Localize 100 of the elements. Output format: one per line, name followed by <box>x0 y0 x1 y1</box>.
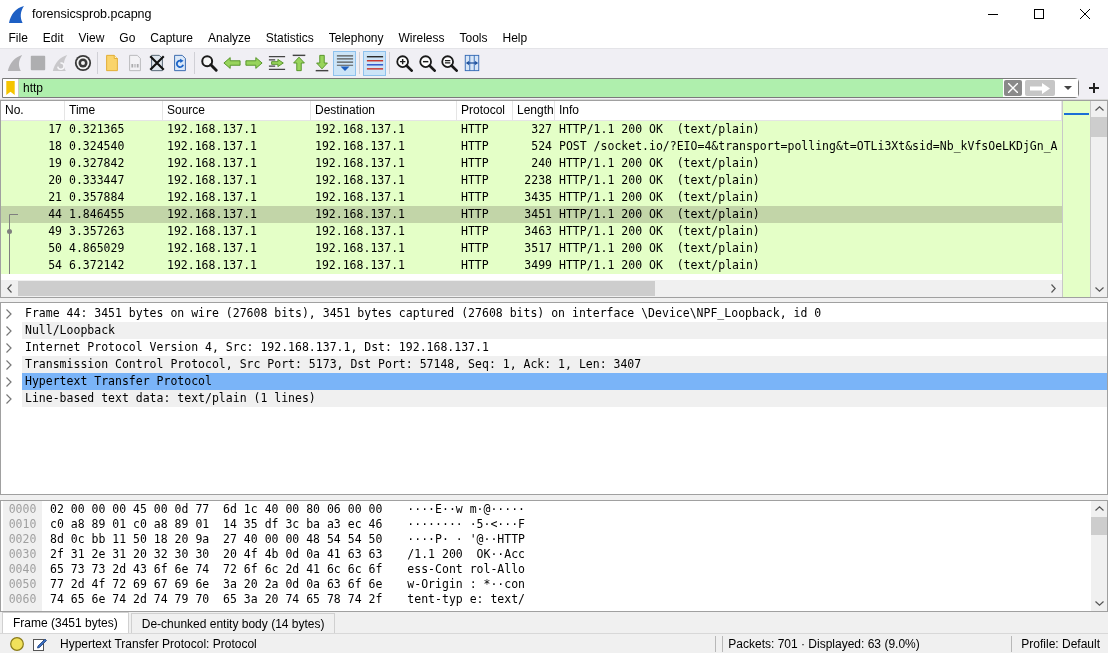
menu-item[interactable]: Analyze <box>200 29 259 47</box>
packet-row[interactable]: 49 3.357263 192.168.137.1 192.168.137.1 HTTP 3463 HTTP/1.1 200 OK (text/plain) <box>1 223 1062 240</box>
tree-item[interactable]: Line-based text data: text/plain (1 lines) <box>22 390 1107 407</box>
table-cell-text: HTTP <box>460 172 490 189</box>
packet-row[interactable]: 21 0.357884 192.168.137.1 192.168.137.1 HTTP 3435 HTTP/1.1 200 OK (text/plain) <box>1 189 1062 206</box>
chevron-right-icon[interactable] <box>6 376 12 387</box>
zoom-in-icon <box>395 54 414 72</box>
table-cell-text: 6.372142 <box>68 257 126 274</box>
table-cell-text: 0.321365 <box>68 121 126 138</box>
tree-item[interactable]: Frame 44: 3451 bytes on wire (27608 bits), 3451 bytes captured (27608 bits) on interface \Device\NPF_Loopback, id 0 <box>22 305 1107 322</box>
tab[interactable]: Frame (3451 bytes) <box>2 612 129 633</box>
chevron-right-icon[interactable] <box>6 308 12 319</box>
packet-row[interactable]: 17 0.321365 192.168.137.1 192.168.137.1 HTTP 327 HTTP/1.1 200 OK (text/plain) <box>1 121 1062 138</box>
tab[interactable]: De-chunked entity body (14 bytes) <box>130 613 336 633</box>
horizontal-scrollbar[interactable] <box>1 280 1062 297</box>
table-cell-text: 3517 <box>523 240 553 257</box>
plus-icon <box>1088 83 1099 93</box>
table-cell-text: HTTP <box>460 257 490 274</box>
packet-count: Packets: 701 · Displayed: 63 (9.0%) <box>728 636 921 651</box>
hex-bytes: 02 00 00 00 45 00 0d 77 6d 1c 40 00 80 06 00 00 <box>50 502 383 517</box>
tree-item[interactable]: Hypertext Transfer Protocol <box>22 373 1107 390</box>
menu-item[interactable]: Edit <box>35 29 72 47</box>
menu-item[interactable]: Wireless <box>391 29 452 47</box>
table-cell-text: 0.333447 <box>68 172 126 189</box>
table-cell-text: 54 <box>48 257 63 274</box>
column-header[interactable]: Length <box>513 101 555 120</box>
table-cell-text: 21 <box>48 189 63 206</box>
menu-item[interactable]: Go <box>111 29 143 47</box>
scrollbar-thumb[interactable] <box>1091 117 1107 137</box>
menu-item[interactable]: Statistics <box>258 29 322 47</box>
table-cell-text: HTTP <box>460 155 490 172</box>
chevron-right-icon[interactable] <box>6 342 12 353</box>
chevron-right-icon <box>1051 284 1056 293</box>
menu-item[interactable]: View <box>71 29 112 47</box>
table-cell-text: HTTP <box>460 206 490 223</box>
ascii-text: tent-typ e: text/ <box>407 592 526 607</box>
vertical-scrollbar[interactable] <box>1091 501 1107 611</box>
column-header[interactable]: No. <box>1 101 65 120</box>
packet-row[interactable]: 44 1.846455 192.168.137.1 192.168.137.1 HTTP 3451 HTTP/1.1 200 OK (text/plain) <box>1 206 1062 223</box>
table-cell-text: 0.327842 <box>68 155 126 172</box>
tree-item[interactable]: Transmission Control Protocol, Src Port: 5173, Dst Port: 57148, Seq: 1, Ack: 1, Len: 3407 <box>22 356 1107 373</box>
chevron-right-icon[interactable] <box>6 393 12 404</box>
table-cell-text: POST /socket.io/?EIO=4&transport=polling&t=OTLi3Xt&sid=Nb_kVfsOeLKDjGn_A <box>558 138 1059 155</box>
table-cell-text: 192.168.137.1 <box>166 138 258 155</box>
menu-item[interactable]: Tools <box>452 29 495 47</box>
packet-row[interactable]: 54 6.372142 192.168.137.1 192.168.137.1 HTTP 3499 HTTP/1.1 200 OK (text/plain) <box>1 257 1062 274</box>
note-pencil-icon[interactable] <box>33 636 47 651</box>
menu-item[interactable]: Telephony <box>321 29 391 47</box>
table-cell-text: 192.168.137.1 <box>166 223 258 240</box>
close-icon <box>1080 9 1090 19</box>
chevron-up-icon <box>1094 106 1104 111</box>
arrow-left-icon <box>222 54 241 72</box>
list-down-icon <box>335 54 354 72</box>
tree-item[interactable]: Internet Protocol Version 4, Src: 192.168.137.1, Dst: 192.168.137.1 <box>22 339 1107 356</box>
caret-down-icon <box>1064 86 1072 90</box>
auto-scroll-button[interactable] <box>333 50 356 76</box>
ascii-text: ····P· · '@··HTTP <box>407 532 526 547</box>
menu-item[interactable]: File <box>1 29 36 47</box>
table-cell-text: HTTP/1.1 200 OK (text/plain) <box>558 257 761 274</box>
menu-item[interactable]: Help <box>495 29 535 47</box>
shark-fin-icon <box>6 54 25 72</box>
chevron-right-icon[interactable] <box>6 325 12 336</box>
ascii-text: ess-Cont rol-Allo <box>407 562 526 577</box>
packet-row[interactable]: 50 4.865029 192.168.137.1 192.168.137.1 HTTP 3517 HTTP/1.1 200 OK (text/plain) <box>1 240 1062 257</box>
zoom-reset-icon <box>440 54 459 72</box>
table-cell-text: HTTP/1.1 200 OK (text/plain) <box>558 206 761 223</box>
table-cell-text: 0.357884 <box>68 189 126 206</box>
table-cell-text: 3451 <box>523 206 553 223</box>
vertical-scrollbar[interactable] <box>1091 101 1107 297</box>
packet-row[interactable]: 19 0.327842 192.168.137.1 192.168.137.1 HTTP 240 HTTP/1.1 200 OK (text/plain) <box>1 155 1062 172</box>
scrollbar-thumb[interactable] <box>1091 517 1107 535</box>
hex-bytes: 2f 31 2e 31 20 32 30 30 20 4f 4b 0d 0a 41 63 63 <box>50 547 383 562</box>
profile-label[interactable]: Profile: Default <box>1015 636 1108 651</box>
status-dot-icon[interactable] <box>10 636 24 651</box>
packet-row[interactable]: 18 0.324540 192.168.137.1 192.168.137.1 HTTP 524 POST /socket.io/?EIO=4&transport=polling&t=OTLi3Xt&sid=Nb_kVfsOeLKDjGn_A <box>1 138 1062 155</box>
column-header[interactable]: Protocol <box>457 101 513 120</box>
packet-row[interactable]: 20 0.333447 192.168.137.1 192.168.137.1 HTTP 2238 HTTP/1.1 200 OK (text/plain) <box>1 172 1062 189</box>
table-cell-text: 192.168.137.1 <box>314 189 406 206</box>
stop-icon <box>28 54 47 72</box>
shark-fin-icon <box>9 5 24 23</box>
byte-offset: 0060 <box>8 592 37 607</box>
table-cell-text: 327 <box>530 121 553 138</box>
filter-input[interactable]: http <box>19 79 1003 97</box>
scrollbar-thumb[interactable] <box>18 281 655 296</box>
column-header[interactable]: Destination <box>311 101 457 120</box>
menu-item[interactable]: Capture <box>142 29 201 47</box>
position-marker-icon <box>1064 113 1089 115</box>
table-cell-text: 17 <box>48 121 63 138</box>
column-header[interactable]: Time <box>65 101 163 120</box>
table-cell-text: 192.168.137.1 <box>314 121 406 138</box>
column-header[interactable]: Source <box>163 101 311 120</box>
table-cell-text: HTTP/1.1 200 OK (text/plain) <box>558 240 761 257</box>
table-cell-text: 3.357263 <box>68 223 126 240</box>
chevron-right-icon[interactable] <box>6 359 12 370</box>
clear-button[interactable] <box>1004 80 1022 96</box>
byte-offset: 0020 <box>8 532 37 547</box>
table-cell-text: HTTP <box>460 121 490 138</box>
tree-item[interactable]: Null/Loopback <box>22 322 1107 339</box>
table-cell-text: 192.168.137.1 <box>314 240 406 257</box>
colorize-button[interactable] <box>363 50 386 76</box>
